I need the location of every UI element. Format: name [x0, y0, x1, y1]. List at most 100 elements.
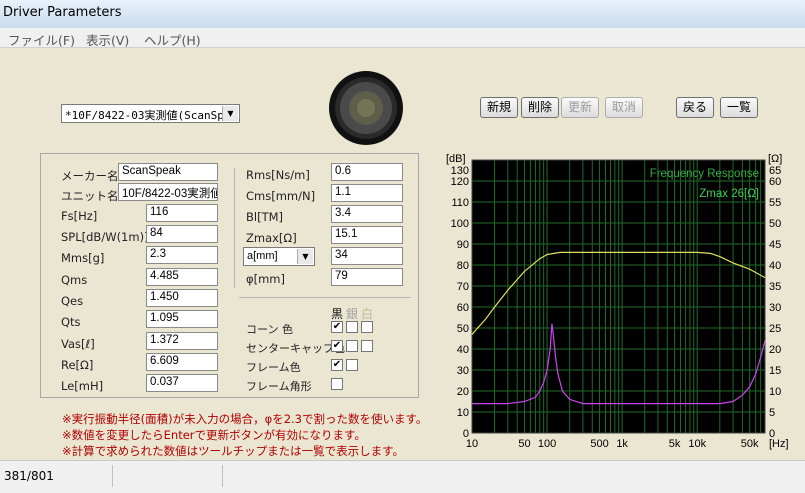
cone-white-checkbox[interactable]: [361, 321, 373, 333]
y-right-tick-label: 35: [769, 281, 781, 293]
y-right-tick-label: 5: [769, 407, 775, 419]
le-input[interactable]: 0.037: [146, 374, 218, 392]
y-left-tick-label: 100: [451, 218, 469, 230]
param-re-label: Re[Ω]: [61, 358, 94, 372]
menu-file[interactable]: ファイル(F): [8, 30, 75, 49]
param-rms-label: Rms[Ns/m]: [246, 168, 310, 182]
y-left-tick-label: 120: [451, 176, 469, 188]
delete-button[interactable]: 削除: [521, 97, 559, 118]
color-header-white: 白: [361, 307, 374, 321]
y-right-tick-label: 25: [769, 323, 781, 335]
y-left-tick-label: 70: [457, 281, 469, 293]
bl-input[interactable]: 3.4: [331, 205, 403, 223]
param-qes-label: Qes: [61, 294, 84, 308]
center-cap-white-checkbox[interactable]: [361, 340, 373, 352]
mms-input[interactable]: 2.3: [146, 246, 218, 264]
y-right-tick-label: 60: [769, 176, 781, 188]
title-bar: Driver Parameters: [0, 0, 805, 28]
y-right-tick-label: 50: [769, 218, 781, 230]
menu-bar: ファイル(F) 表示(V) ヘルプ(H): [0, 28, 805, 48]
qes-input[interactable]: 1.450: [146, 289, 218, 307]
y-left-tick-label: 60: [457, 302, 469, 314]
x-tick-label: 100: [538, 438, 556, 450]
x-tick-label: 5k: [669, 438, 681, 450]
qms-input[interactable]: 4.485: [146, 268, 218, 286]
x-tick-label: 500: [590, 438, 608, 450]
vas-input[interactable]: 1.372: [146, 332, 218, 350]
fs-input[interactable]: 116: [146, 204, 218, 222]
center-cap-silver-checkbox[interactable]: [346, 340, 358, 352]
phi-input[interactable]: 79: [331, 268, 403, 286]
x-tick-label: 10: [466, 438, 478, 450]
menu-help[interactable]: ヘルプ(H): [144, 30, 201, 49]
a-unit-select[interactable]: a[mm] ▼: [243, 247, 315, 266]
x-tick-label: 50: [518, 438, 530, 450]
cms-input[interactable]: 1.1: [331, 184, 403, 202]
re-input[interactable]: 6.609: [146, 353, 218, 371]
zmax-input[interactable]: 15.1: [331, 226, 403, 244]
x-tick-label: 10k: [688, 438, 706, 450]
x-tick-label: 50k: [741, 438, 759, 450]
new-button[interactable]: 新規: [480, 97, 518, 118]
list-button[interactable]: 一覧: [720, 97, 758, 118]
color-header-silver: 銀: [346, 307, 359, 321]
note-2: ※数値を変更したらEnterで更新ボタンが有効になります。: [62, 428, 366, 442]
panel-separator: [239, 297, 411, 298]
param-unit-label: ユニット名: [61, 189, 119, 203]
speaker-icon: [328, 70, 404, 146]
chevron-down-icon[interactable]: ▼: [297, 249, 313, 264]
y-left-unit-label: [dB]: [446, 153, 466, 165]
chart-subtitle: Zmax 26[Ω]: [699, 188, 759, 200]
param-maker-label: メーカー名: [61, 169, 119, 183]
y-right-tick-label: 45: [769, 239, 781, 251]
driver-select-value: *10F/8422-03実測値(ScanSpe: [65, 109, 231, 122]
chevron-down-icon[interactable]: ▼: [222, 106, 238, 121]
y-left-tick-label: 110: [451, 197, 469, 209]
cone-silver-checkbox[interactable]: [346, 321, 358, 333]
frame-black-checkbox[interactable]: ✔: [331, 359, 343, 371]
a-input[interactable]: 34: [331, 247, 403, 265]
maker-name-input[interactable]: ScanSpeak: [118, 163, 218, 181]
status-count: 381/801: [4, 469, 54, 483]
param-zmax-label: Zmax[Ω]: [246, 231, 297, 245]
y-right-tick-label: 40: [769, 260, 781, 272]
y-right-tick-label: 15: [769, 365, 781, 377]
frequency-response-chart: [dB] 120 110 100 90 80 70 60 50 40 30 20 100 130 [Ω] 60…: [446, 153, 789, 450]
param-le-label: Le[mH]: [61, 379, 104, 393]
frame-silver-checkbox[interactable]: [346, 359, 358, 371]
qts-input[interactable]: 1.095: [146, 310, 218, 328]
x-tick-label: 1k: [616, 438, 628, 450]
chart-title: Frequency Response: [650, 168, 759, 180]
update-button[interactable]: 更新: [561, 97, 599, 118]
y-left-tick-label: 10: [457, 407, 469, 419]
menu-view[interactable]: 表示(V): [86, 30, 129, 49]
color-header-black: 黒: [331, 307, 344, 321]
status-separator: [222, 465, 223, 487]
panel-divider: [234, 168, 235, 288]
frame-square-checkbox[interactable]: [331, 378, 343, 390]
frame-color-label: フレーム色: [246, 361, 301, 374]
rms-input[interactable]: 0.6: [331, 163, 403, 181]
back-button[interactable]: 戻る: [676, 97, 714, 118]
spl-input[interactable]: 84: [146, 225, 218, 243]
y-right-tick-label: 30: [769, 302, 781, 314]
y-left-tick-label: 90: [457, 239, 469, 251]
driver-select[interactable]: *10F/8422-03実測値(ScanSpe ▼: [61, 104, 240, 123]
unit-name-input[interactable]: 10F/8422-03実測値: [118, 183, 218, 201]
a-unit-select-value: a[mm]: [247, 250, 278, 262]
cancel-button[interactable]: 取消: [605, 97, 643, 118]
center-cap-black-checkbox[interactable]: ✔: [331, 340, 343, 352]
y-right-tick-label: 20: [769, 344, 781, 356]
y-left-tick-label: 30: [457, 365, 469, 377]
x-unit-label: [Hz]: [769, 438, 789, 450]
note-3: ※計算で求められた数値はツールチップまたは一覧で表示します。: [62, 444, 404, 458]
frame-square-label: フレーム角形: [246, 380, 312, 393]
y-right-tick-label: 10: [769, 386, 781, 398]
param-bl-label: Bl[TM]: [246, 210, 284, 224]
window-title: Driver Parameters: [3, 5, 122, 20]
cone-black-checkbox[interactable]: ✔: [331, 321, 343, 333]
param-mms-label: Mms[g]: [61, 251, 105, 265]
y-left-tick-label: 50: [457, 323, 469, 335]
y-right-tick-label: 55: [769, 197, 781, 209]
param-fs-label: Fs[Hz]: [61, 209, 98, 223]
